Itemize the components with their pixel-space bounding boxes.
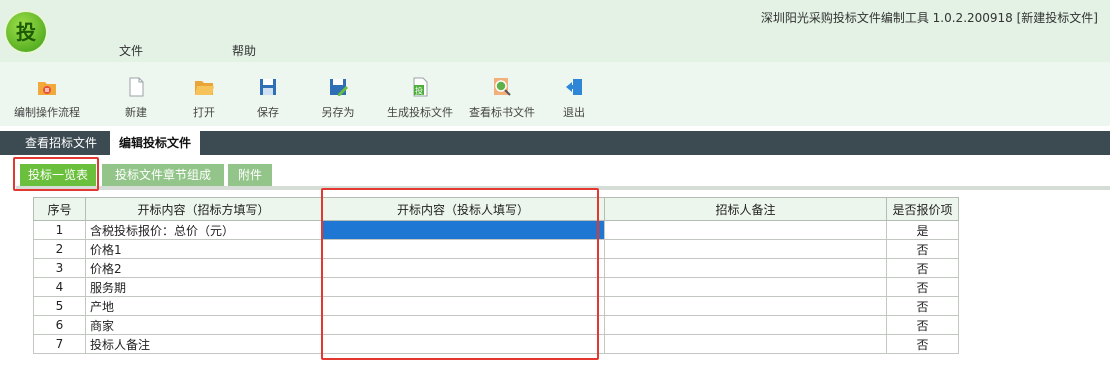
workflow-icon: [36, 76, 58, 98]
generate-bid-icon: 投: [409, 76, 431, 98]
highlight-box-subtab: [13, 157, 99, 191]
save-as-icon: [327, 76, 349, 98]
col-header-is-price: 是否报价项: [886, 197, 959, 221]
view-bid-button[interactable]: 查看标书文件: [462, 76, 542, 124]
cell-index: 4: [33, 277, 86, 297]
cell-index: 3: [33, 258, 86, 278]
col-header-index: 序号: [33, 197, 86, 221]
open-folder-icon: [193, 76, 215, 98]
title-bar: 投 深圳阳光采购投标文件编制工具 1.0.2.200918 [新建投标文件] 文…: [0, 0, 1110, 62]
cell-tenderer-remark: [604, 239, 887, 259]
cell-is-price: 否: [886, 296, 959, 316]
exit-icon: [563, 76, 585, 98]
cell-tenderer-content: 价格1: [85, 239, 322, 259]
save-button[interactable]: 保存: [248, 76, 288, 124]
cell-is-price: 否: [886, 258, 959, 278]
cell-tenderer-remark: [604, 220, 887, 240]
generate-bid-button[interactable]: 投 生成投标文件: [380, 76, 460, 124]
new-button[interactable]: 新建: [116, 76, 156, 124]
cell-tenderer-content: 产地: [85, 296, 322, 316]
cell-index: 1: [33, 220, 86, 240]
app-title: 深圳阳光采购投标文件编制工具 1.0.2.200918 [新建投标文件]: [760, 11, 1098, 25]
cell-is-price: 是: [886, 220, 959, 240]
tab-edit-bid[interactable]: 编辑投标文件: [110, 131, 200, 155]
subtab-chapters[interactable]: 投标文件章节组成: [102, 164, 224, 186]
cell-tenderer-remark: [604, 334, 887, 354]
exit-button[interactable]: 退出: [554, 76, 594, 124]
cell-index: 5: [33, 296, 86, 316]
tab-view-tender[interactable]: 查看招标文件: [16, 131, 106, 155]
cell-tenderer-content: 商家: [85, 315, 322, 335]
app-logo: 投: [6, 12, 46, 52]
cell-is-price: 否: [886, 315, 959, 335]
save-icon: [257, 76, 279, 98]
cell-is-price: 否: [886, 334, 959, 354]
menu-file[interactable]: 文件: [119, 42, 143, 59]
col-header-tenderer-remark: 招标人备注: [604, 197, 887, 221]
new-file-icon: [125, 76, 147, 98]
svg-text:投: 投: [415, 86, 423, 96]
subtab-attachments[interactable]: 附件: [228, 164, 272, 186]
cell-index: 6: [33, 315, 86, 335]
col-header-tenderer-content: 开标内容（招标方填写）: [85, 197, 322, 221]
cell-tenderer-remark: [604, 296, 887, 316]
cell-tenderer-content: 投标人备注: [85, 334, 322, 354]
cell-is-price: 否: [886, 239, 959, 259]
save-as-button[interactable]: 另存为: [316, 76, 360, 124]
cell-index: 2: [33, 239, 86, 259]
cell-tenderer-content: 含税投标报价：总价（元）: [85, 220, 322, 240]
cell-index: 7: [33, 334, 86, 354]
cell-tenderer-remark: [604, 277, 887, 297]
cell-tenderer-content: 价格2: [85, 258, 322, 278]
cell-is-price: 否: [886, 277, 959, 297]
toolbar: 编制操作流程 新建 打开 保存 另存为 投 生成投标文件 查看标书文件 退出: [0, 62, 1110, 126]
view-bid-icon: [491, 76, 513, 98]
cell-tenderer-content: 服务期: [85, 277, 322, 297]
cell-tenderer-remark: [604, 315, 887, 335]
open-button[interactable]: 打开: [184, 76, 224, 124]
menu-help[interactable]: 帮助: [232, 42, 256, 59]
highlight-box-bidder-column: [321, 188, 599, 360]
cell-tenderer-remark: [604, 258, 887, 278]
workflow-button[interactable]: 编制操作流程: [2, 76, 92, 124]
